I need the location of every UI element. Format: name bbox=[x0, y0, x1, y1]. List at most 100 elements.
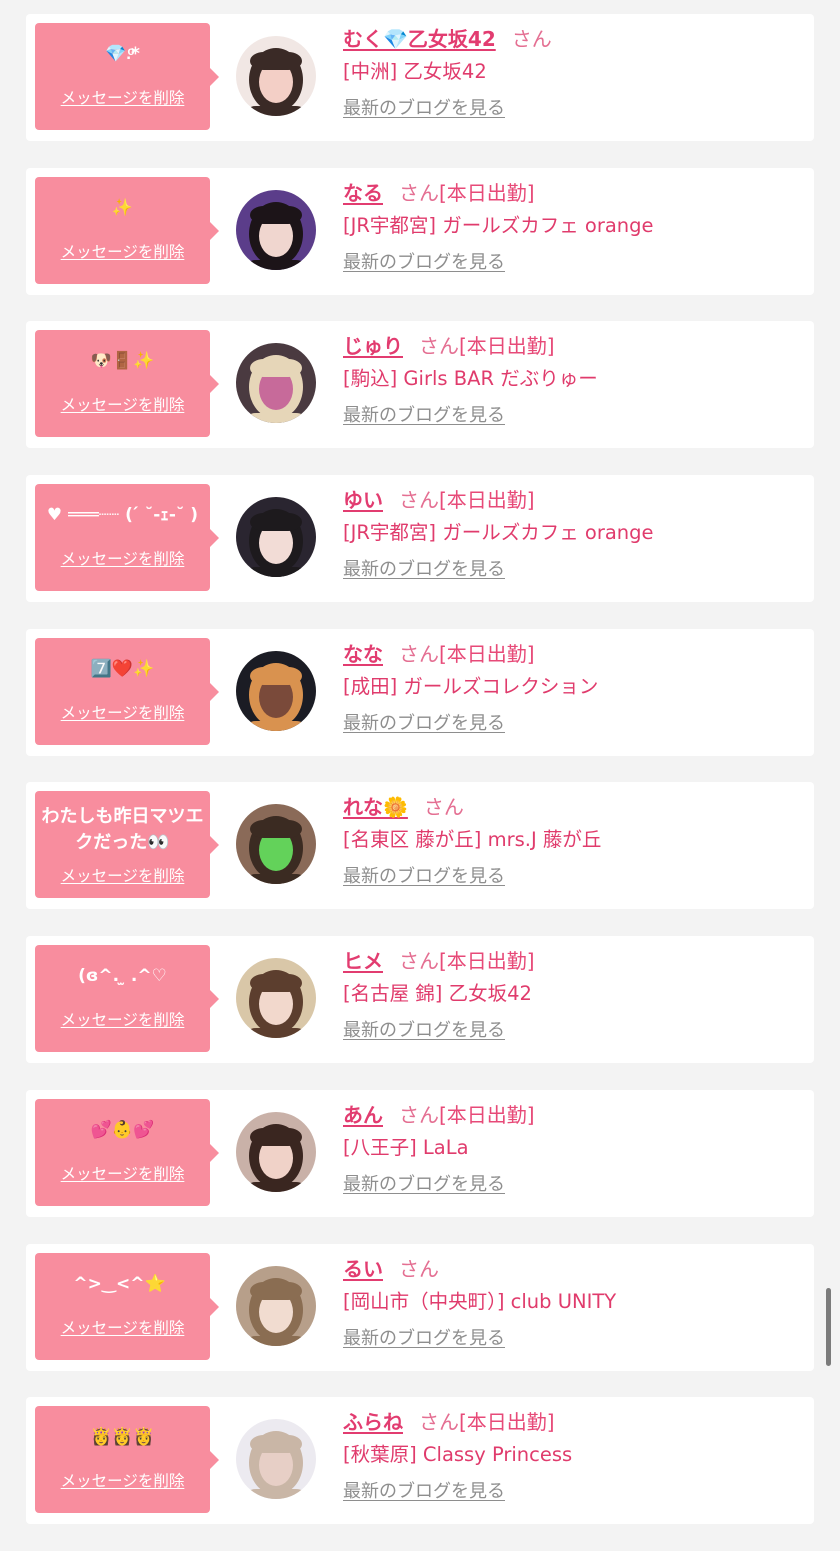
name-line: ヒメ さん[本日出勤] bbox=[343, 946, 806, 976]
cast-name-link[interactable]: むく💎乙女坂42 bbox=[343, 27, 496, 51]
message-bubble: ♥ ═══┈┈ ( ́ ˘-ｪ-˘ ) メッセージを削除 bbox=[35, 484, 219, 592]
status-label: [本日出勤] bbox=[459, 334, 555, 359]
shop-name: [成田] ガールズコレクション bbox=[343, 674, 599, 698]
avatar-photo-icon bbox=[236, 650, 316, 731]
avatar[interactable] bbox=[236, 1265, 316, 1346]
honorific: さん bbox=[399, 1256, 439, 1281]
message-text: (ɞ^. ̫ .^♡ bbox=[78, 966, 167, 987]
delete-message-link[interactable]: メッセージを削除 bbox=[35, 547, 210, 569]
delete-message-link[interactable]: メッセージを削除 bbox=[35, 1008, 210, 1030]
message-text: 🐶🚪✨ bbox=[90, 351, 155, 372]
delete-message-link[interactable]: メッセージを削除 bbox=[35, 393, 210, 415]
latest-blog-link[interactable]: 最新のブログを見る bbox=[343, 557, 505, 583]
delete-message-link[interactable]: メッセージを削除 bbox=[35, 1162, 210, 1184]
message-text: 💎.ͦ* bbox=[105, 44, 140, 64]
delete-message-link[interactable]: メッセージを削除 bbox=[35, 240, 210, 262]
name-line: なる さん[本日出勤] bbox=[343, 178, 806, 208]
avatar[interactable] bbox=[236, 650, 316, 731]
shop-name: [JR宇都宮] ガールズカフェ orange bbox=[343, 521, 654, 545]
honorific: さん bbox=[399, 1102, 439, 1127]
message-bubble: 💎.ͦ* メッセージを削除 bbox=[35, 23, 219, 130]
cast-name-link[interactable]: ふらね bbox=[343, 1410, 403, 1434]
message-text: ✨ bbox=[111, 197, 134, 218]
status-label: [本日出勤] bbox=[439, 1102, 535, 1127]
avatar-photo-icon bbox=[236, 804, 316, 885]
message-info: むく💎乙女坂42 さん [中洲] 乙女坂42 最新のブログを見る bbox=[343, 24, 806, 122]
message-card: ^>‿<^⭐️ ͏ メッセージを削除 るい さん [岡山市（中央町）] club … bbox=[26, 1243, 814, 1371]
shop-name: [名古屋 錦] 乙女坂42 bbox=[343, 982, 532, 1006]
status-label: [本日出勤] bbox=[439, 488, 535, 513]
honorific: さん bbox=[399, 641, 439, 666]
cast-name-link[interactable]: れな🌼 bbox=[343, 795, 408, 819]
avatar[interactable] bbox=[236, 343, 316, 424]
latest-blog-link[interactable]: 最新のブログを見る bbox=[343, 250, 505, 276]
message-text: わたしも昨日マツエクだった👀 bbox=[41, 806, 204, 854]
latest-blog-link[interactable]: 最新のブログを見る bbox=[343, 711, 505, 737]
shop-name: [中洲] 乙女坂42 bbox=[343, 60, 487, 83]
message-info: ふらね さん[本日出勤] [秋葉原] Classy Princess 最新のブログ… bbox=[343, 1407, 806, 1505]
cast-name-link[interactable]: じゅり bbox=[343, 334, 403, 358]
name-line: むく💎乙女坂42 さん bbox=[343, 24, 806, 54]
name-line: ふらね さん[本日出勤] bbox=[343, 1407, 806, 1437]
honorific: さん bbox=[399, 949, 439, 974]
name-line: るい さん bbox=[343, 1254, 806, 1284]
latest-blog-link[interactable]: 最新のブログを見る bbox=[343, 864, 505, 890]
message-text: 👸👸👸 bbox=[90, 1427, 155, 1448]
message-bubble: 7️⃣❤️✨ メッセージを削除 bbox=[35, 637, 219, 745]
avatar-photo-icon bbox=[236, 1419, 316, 1500]
cast-name-link[interactable]: ヒメ bbox=[343, 949, 383, 973]
latest-blog-link[interactable]: 最新のブログを見る bbox=[343, 1479, 505, 1505]
avatar[interactable] bbox=[236, 189, 316, 270]
vertical-scrollbar[interactable] bbox=[826, 1288, 831, 1366]
name-line: あん さん[本日出勤] bbox=[343, 1100, 806, 1130]
avatar[interactable] bbox=[236, 804, 316, 885]
avatar[interactable] bbox=[236, 497, 316, 578]
status-label: [本日出勤] bbox=[439, 641, 535, 666]
latest-blog-link[interactable]: 最新のブログを見る bbox=[343, 1326, 505, 1352]
message-card: 7️⃣❤️✨ メッセージを削除 なな さん[本日出勤] [成田] ガールズコレクシ… bbox=[26, 628, 814, 756]
delete-message-link[interactable]: メッセージを削除 bbox=[35, 701, 210, 723]
honorific: さん bbox=[399, 180, 439, 205]
message-card: ✨ メッセージを削除 なる さん[本日出勤] [JR宇都宮] ガールズカフェ or… bbox=[26, 167, 814, 295]
message-card: わたしも昨日マツエクだった👀 メッセージを削除 れな🌼 さん [名東区 藤が丘] … bbox=[26, 782, 814, 910]
latest-blog-link[interactable]: 最新のブログを見る bbox=[343, 96, 505, 122]
avatar-photo-icon bbox=[236, 1265, 316, 1346]
cast-name-link[interactable]: なな bbox=[343, 642, 383, 666]
cast-name-link[interactable]: るい bbox=[343, 1257, 383, 1281]
latest-blog-link[interactable]: 最新のブログを見る bbox=[343, 403, 505, 429]
name-line: れな🌼 さん bbox=[343, 792, 806, 822]
delete-message-link[interactable]: メッセージを削除 bbox=[35, 864, 210, 886]
shop-name: [駒込] Girls BAR だぶりゅー bbox=[343, 367, 598, 391]
cast-name-link[interactable]: なる bbox=[343, 181, 383, 205]
message-card: (ɞ^. ̫ .^♡ メッセージを削除 ヒメ さん[本日出勤] [名古屋 錦] 乙… bbox=[26, 936, 814, 1064]
latest-blog-link[interactable]: 最新のブログを見る bbox=[343, 1018, 505, 1044]
message-card: 💎.ͦ* メッセージを削除 むく💎乙女坂42 さん [中洲] 乙女坂42 最新のブ… bbox=[26, 14, 814, 141]
message-bubble: 💕👶💕 メッセージを削除 bbox=[35, 1098, 219, 1206]
avatar[interactable] bbox=[236, 958, 316, 1039]
name-line: ゆい さん[本日出勤] bbox=[343, 485, 806, 515]
message-info: じゅり さん[本日出勤] [駒込] Girls BAR だぶりゅー 最新のブログを… bbox=[343, 331, 806, 429]
delete-message-link[interactable]: メッセージを削除 bbox=[35, 1316, 210, 1338]
name-line: なな さん[本日出勤] bbox=[343, 639, 806, 669]
avatar[interactable] bbox=[236, 36, 316, 116]
message-info: ヒメ さん[本日出勤] [名古屋 錦] 乙女坂42 最新のブログを見る bbox=[343, 946, 806, 1044]
message-text: 7️⃣❤️✨ bbox=[90, 658, 155, 679]
honorific: さん bbox=[419, 1410, 459, 1435]
message-bubble: (ɞ^. ̫ .^♡ メッセージを削除 bbox=[35, 945, 219, 1053]
status-label: [本日出勤] bbox=[439, 180, 535, 205]
message-card: 👸👸👸 メッセージを削除 ふらね さん[本日出勤] [秋葉原] Classy Pr… bbox=[26, 1397, 814, 1525]
honorific: さん bbox=[399, 488, 439, 513]
message-info: るい さん [岡山市（中央町）] club UNITY 最新のブログを見る bbox=[343, 1254, 806, 1352]
latest-blog-link[interactable]: 最新のブログを見る bbox=[343, 1172, 505, 1198]
message-info: なる さん[本日出勤] [JR宇都宮] ガールズカフェ orange 最新のブログ… bbox=[343, 178, 806, 276]
message-text: ♥ ═══┈┈ ( ́ ˘-ｪ-˘ ) bbox=[46, 505, 199, 526]
cast-name-link[interactable]: あん bbox=[343, 1103, 383, 1127]
delete-message-link[interactable]: メッセージを削除 bbox=[35, 1469, 210, 1491]
cast-name-link[interactable]: ゆい bbox=[343, 488, 383, 512]
name-line: じゅり さん[本日出勤] bbox=[343, 331, 806, 361]
avatar[interactable] bbox=[236, 1111, 316, 1192]
message-bubble: ^>‿<^⭐️ ͏ メッセージを削除 bbox=[35, 1252, 219, 1360]
avatar[interactable] bbox=[236, 1419, 316, 1500]
shop-name: [秋葉原] Classy Princess bbox=[343, 1443, 573, 1467]
delete-message-link[interactable]: メッセージを削除 bbox=[35, 86, 210, 108]
